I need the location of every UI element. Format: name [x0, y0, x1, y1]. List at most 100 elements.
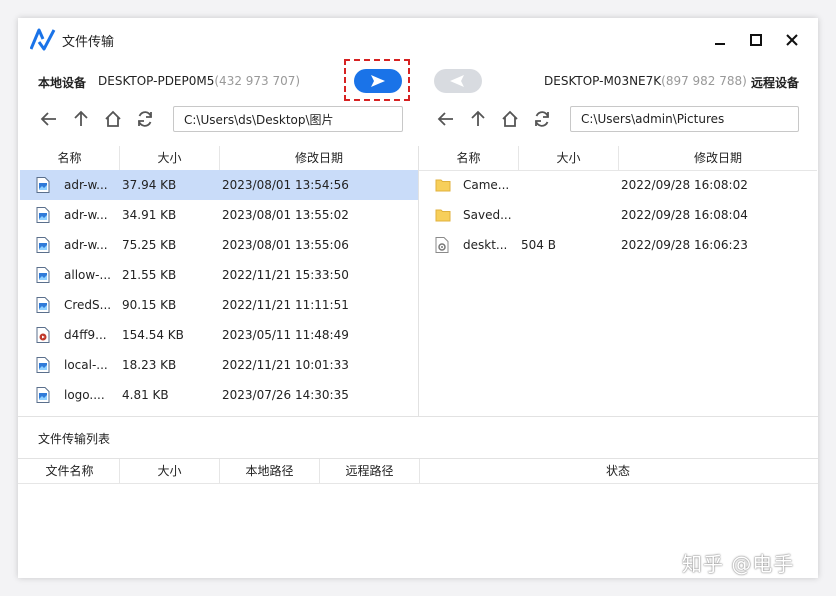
file-modified-date: 2022/09/28 16:06:23: [621, 238, 748, 252]
column-status[interactable]: 状态: [420, 459, 816, 483]
file-name: d4ff9...: [64, 328, 107, 342]
minimize-icon[interactable]: [710, 30, 730, 50]
maximize-icon[interactable]: [746, 30, 766, 50]
local-file-row[interactable]: CredS... 90.15 KB 2022/11/21 11:11:51: [20, 290, 418, 320]
local-refresh-icon[interactable]: [136, 110, 154, 128]
remote-refresh-icon[interactable]: [533, 110, 551, 128]
local-file-row[interactable]: d4ff9... 154.54 KB 2023/05/11 11:48:49: [20, 320, 418, 350]
local-file-row[interactable]: adr-w... 75.25 KB 2023/08/01 13:55:06: [20, 230, 418, 260]
remote-home-icon[interactable]: [501, 110, 519, 128]
send-arrow-icon: [371, 75, 385, 87]
file-name: allow-...: [64, 268, 111, 282]
watermark: 知乎 @电手: [682, 552, 795, 576]
local-device-id: (432 973 707): [214, 74, 301, 88]
folder-icon: [435, 177, 451, 193]
image-file-icon: [36, 267, 50, 283]
remote-file-list: 名称 大小 修改日期 Came... 2022/09/28 16:08:02 Sav…: [418, 146, 817, 416]
remote-up-icon[interactable]: [469, 110, 487, 128]
file-modified-date: 2023/07/26 14:30:35: [222, 388, 349, 402]
remote-file-row[interactable]: Came... 2022/09/28 16:08:02: [419, 170, 817, 200]
local-file-row[interactable]: logo.... 4.81 KB 2023/07/26 14:30:35: [20, 380, 418, 410]
column-size[interactable]: 大小: [519, 146, 619, 170]
remote-column-header: 名称 大小 修改日期: [419, 146, 817, 171]
image-file-icon: [36, 177, 50, 193]
close-icon[interactable]: [782, 30, 802, 50]
receive-from-remote-button[interactable]: [434, 69, 482, 93]
column-name[interactable]: 名称: [20, 146, 120, 170]
remote-device-label: 远程设备: [751, 76, 800, 90]
local-file-row[interactable]: adr-w... 37.94 KB 2023/08/01 13:54:56: [20, 170, 418, 200]
column-name[interactable]: 名称: [419, 146, 519, 170]
image-file-icon: [36, 207, 50, 223]
column-remote-path[interactable]: 远程路径: [320, 459, 420, 483]
file-modified-date: 2022/11/21 10:01:33: [222, 358, 349, 372]
local-path-input[interactable]: [173, 106, 403, 132]
local-file-row[interactable]: adr-w... 34.91 KB 2023/08/01 13:55:02: [20, 200, 418, 230]
file-name: adr-w...: [64, 178, 108, 192]
file-name: CredS...: [64, 298, 112, 312]
file-name: local-...: [64, 358, 108, 372]
local-device-name: DESKTOP-PDEP0M5(432 973 707): [98, 74, 301, 88]
local-column-header: 名称 大小 修改日期: [20, 146, 418, 171]
column-size[interactable]: 大小: [120, 146, 220, 170]
file-size: 21.55 KB: [122, 268, 177, 282]
folder-icon: [435, 207, 451, 223]
file-name: adr-w...: [64, 238, 108, 252]
section-divider: [18, 416, 818, 417]
file-size: 37.94 KB: [122, 178, 177, 192]
remote-device-id: (897 982 788): [661, 74, 747, 88]
local-file-row[interactable]: local-... 18.23 KB 2022/11/21 10:01:33: [20, 350, 418, 380]
remote-file-row[interactable]: deskt... 504 B 2022/09/28 16:06:23: [419, 230, 817, 260]
remote-file-row[interactable]: Saved... 2022/09/28 16:08:04: [419, 200, 817, 230]
remote-path-input[interactable]: [570, 106, 799, 132]
navigation-bar: [18, 104, 818, 134]
file-modified-date: 2023/08/01 13:55:02: [222, 208, 349, 222]
file-name: Saved...: [463, 208, 512, 222]
local-up-icon[interactable]: [72, 110, 90, 128]
file-name: deskt...: [463, 238, 508, 252]
image-file-icon: [36, 357, 50, 373]
receive-arrow-icon: [450, 75, 464, 87]
video-file-icon: [36, 327, 50, 343]
file-name: logo....: [64, 388, 105, 402]
file-transfer-window: 文件传输 本地设备 DESKTOP-PDEP0M5(432 973 707) D…: [18, 18, 818, 578]
local-file-list: 名称 大小 修改日期 adr-w... 37.94 KB 2023/08/01 13…: [20, 146, 418, 416]
image-file-icon: [36, 237, 50, 253]
transfer-list-header: 文件名称 大小 本地路径 远程路径 状态: [18, 458, 818, 484]
file-modified-date: 2022/09/28 16:08:02: [621, 178, 748, 192]
send-to-remote-button[interactable]: [354, 69, 402, 93]
file-size: 504 B: [521, 238, 556, 252]
remote-back-icon[interactable]: [437, 110, 455, 128]
file-size: 18.23 KB: [122, 358, 177, 372]
file-name: adr-w...: [64, 208, 108, 222]
local-device-label: 本地设备: [38, 76, 87, 90]
file-name: Came...: [463, 178, 510, 192]
file-size: 34.91 KB: [122, 208, 177, 222]
file-modified-date: 2023/08/01 13:54:56: [222, 178, 349, 192]
column-date[interactable]: 修改日期: [619, 146, 817, 170]
file-size: 90.15 KB: [122, 298, 177, 312]
transfer-list-title: 文件传输列表: [38, 432, 111, 446]
file-modified-date: 2022/11/21 11:11:51: [222, 298, 349, 312]
local-home-icon[interactable]: [104, 110, 122, 128]
remote-device-name: DESKTOP-M03NE7K(897 982 788): [544, 74, 747, 88]
column-size[interactable]: 大小: [120, 459, 220, 483]
column-date[interactable]: 修改日期: [220, 146, 418, 170]
column-local-path[interactable]: 本地路径: [220, 459, 320, 483]
app-logo-icon: [29, 27, 56, 51]
column-file-name[interactable]: 文件名称: [20, 459, 120, 483]
file-modified-date: 2022/09/28 16:08:04: [621, 208, 748, 222]
title-bar: 文件传输: [18, 18, 818, 62]
window-title: 文件传输: [62, 35, 115, 50]
local-file-row[interactable]: allow-... 21.55 KB 2022/11/21 15:33:50: [20, 260, 418, 290]
local-back-icon[interactable]: [40, 110, 58, 128]
file-size: 75.25 KB: [122, 238, 177, 252]
image-file-icon: [36, 297, 50, 313]
file-size: 4.81 KB: [122, 388, 169, 402]
file-size: 154.54 KB: [122, 328, 184, 342]
file-modified-date: 2023/08/01 13:55:06: [222, 238, 349, 252]
file-modified-date: 2023/05/11 11:48:49: [222, 328, 349, 342]
device-bar: 本地设备 DESKTOP-PDEP0M5(432 973 707) DESKTO…: [18, 59, 818, 101]
image-file-icon: [36, 387, 50, 403]
settings-file-icon: [435, 237, 449, 253]
